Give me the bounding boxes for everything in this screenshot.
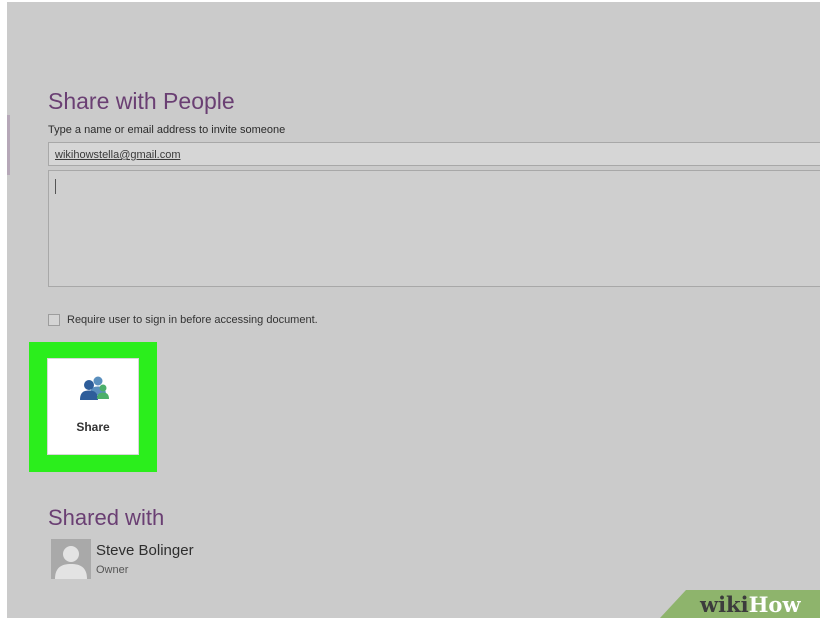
- require-signin-row[interactable]: Require user to sign in before accessing…: [48, 314, 318, 326]
- frame-top: [0, 0, 820, 2]
- message-textarea[interactable]: [48, 170, 820, 287]
- frame-left: [0, 0, 7, 623]
- wikihow-watermark: wikiHow: [660, 590, 820, 618]
- user-role: Owner: [96, 564, 129, 576]
- text-caret: [55, 179, 56, 194]
- watermark-how: How: [748, 592, 801, 617]
- watermark-text: wikiHow: [700, 592, 801, 617]
- page-title: Share with People: [48, 88, 235, 114]
- watermark-wiki: wiki: [700, 592, 749, 617]
- person-silhouette-icon: [51, 539, 91, 579]
- email-token[interactable]: wikihowstella@gmail.com: [55, 149, 180, 161]
- share-button[interactable]: Share: [47, 358, 139, 455]
- require-signin-checkbox[interactable]: [48, 314, 60, 326]
- email-field[interactable]: wikihowstella@gmail.com: [48, 142, 820, 166]
- share-button-label: Share: [76, 420, 110, 434]
- left-accent-bar: [7, 115, 10, 175]
- avatar: [51, 539, 91, 579]
- user-name: Steve Bolinger: [96, 542, 194, 559]
- frame-bottom: [0, 618, 820, 623]
- invite-hint: Type a name or email address to invite s…: [48, 124, 286, 136]
- people-icon: [80, 376, 109, 400]
- shared-with-title: Shared with: [48, 505, 165, 530]
- require-signin-label: Require user to sign in before accessing…: [67, 314, 318, 326]
